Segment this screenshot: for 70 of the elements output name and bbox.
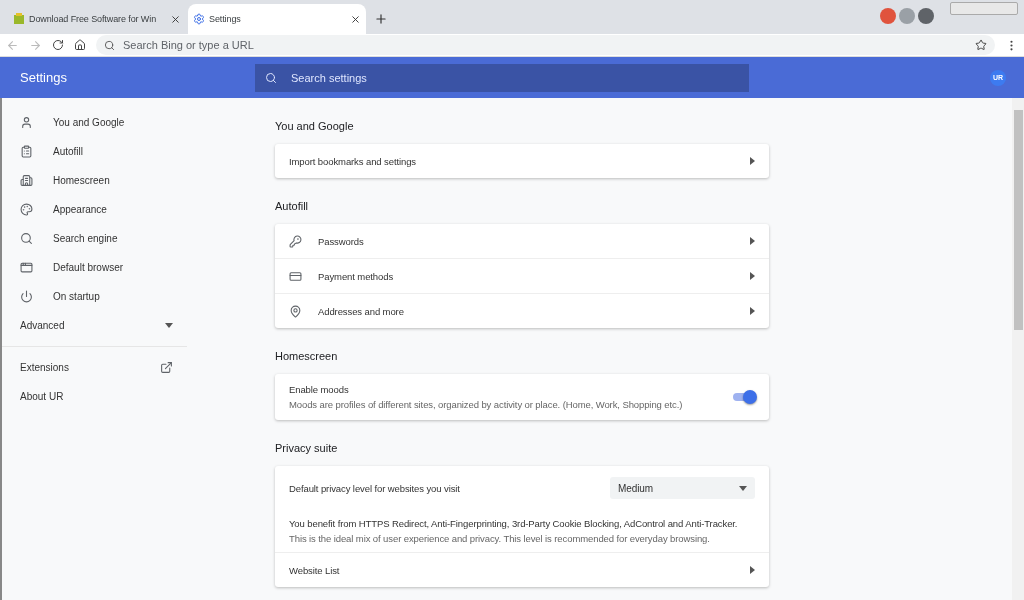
browser-tab[interactable]: Settings (188, 4, 366, 34)
settings-row[interactable]: Addresses and more (275, 293, 769, 328)
sidebar-item[interactable]: Autofill (2, 137, 187, 166)
site-favicon-icon (13, 13, 25, 25)
settings-row[interactable]: Payment methods (275, 258, 769, 293)
close-icon[interactable] (170, 13, 181, 25)
external-link-icon (160, 361, 173, 374)
row-label: Import bookmarks and settings (289, 155, 417, 167)
row-label: Addresses and more (318, 305, 405, 317)
caret-icon (165, 323, 173, 328)
arrow-icon (750, 566, 755, 574)
row-label: Enable moods (289, 384, 350, 395)
sidebar-item[interactable]: Homescreen (2, 166, 187, 195)
settings-row[interactable]: Import bookmarks and settings (275, 144, 769, 178)
sidebar-item[interactable]: On startup (2, 282, 187, 311)
settings-row[interactable]: Website List (275, 552, 769, 587)
person-icon (20, 116, 33, 129)
star-icon[interactable] (975, 39, 987, 51)
location-pin-icon (289, 304, 302, 318)
power-icon (20, 290, 33, 303)
description-text: You benefit from HTTPS Redirect, Anti-Fingerprinting, 3rd-Party Cookie Blocking, AdControl and Anti-Tracker. (289, 518, 739, 529)
scrollbar[interactable] (1012, 98, 1024, 600)
page-title: Settings (19, 70, 68, 85)
settings-icon (193, 13, 205, 25)
description-text: This is the ideal mix of user experience and privacy. This level is recommended for everyday browsing. (289, 533, 711, 544)
section-title: Autofill (275, 200, 310, 212)
home-icon[interactable] (74, 39, 86, 51)
sidebar-item[interactable]: Default browser (2, 253, 187, 282)
search-icon (20, 232, 33, 245)
tab-title: Download Free Software for Win (29, 14, 158, 24)
window-icon (20, 261, 33, 274)
sidebar-item[interactable]: Appearance (2, 195, 187, 224)
new-tab-icon[interactable] (374, 12, 388, 26)
row-label: Default privacy level for websites you visit (289, 482, 461, 494)
toggle-switch[interactable] (733, 393, 755, 401)
sidebar-link[interactable]: About UR (2, 382, 187, 411)
window-controls[interactable] (950, 2, 1018, 15)
browser-tab[interactable]: Download Free Software for Win (8, 4, 186, 34)
section-title: You and Google (275, 120, 355, 132)
search-icon (104, 39, 115, 51)
clipboard-icon (20, 145, 33, 158)
arrow-icon (750, 307, 755, 315)
privacy-level-dropdown[interactable]: Medium (610, 477, 755, 499)
row-description: Moods are profiles of different sites, organized by activity or place. (Home, Work, Shopping etc.) (289, 399, 684, 410)
section-title: Privacy suite (275, 442, 339, 454)
building-icon (20, 174, 33, 187)
caret-icon (739, 485, 747, 491)
forward-icon[interactable] (29, 38, 42, 52)
key-icon (289, 234, 302, 248)
palette-icon (20, 203, 33, 216)
arrow-icon (750, 237, 755, 245)
row-label: Website List (289, 564, 341, 576)
address-bar[interactable]: Search Bing or type a URL (96, 35, 995, 55)
back-icon[interactable] (6, 38, 19, 52)
sidebar-item[interactable]: Search engine (2, 224, 187, 253)
arrow-icon (750, 272, 755, 280)
sidebar-link[interactable]: Extensions (2, 353, 187, 382)
credit-card-icon (289, 269, 302, 283)
search-settings-field[interactable]: Search settings (255, 63, 749, 92)
settings-row[interactable]: Passwords (275, 224, 769, 258)
search-icon (265, 71, 277, 84)
advanced-toggle[interactable]: Advanced (2, 311, 187, 340)
arrow-icon (750, 157, 755, 165)
tab-title: Settings (209, 14, 242, 24)
sidebar-item[interactable]: You and Google (2, 108, 187, 137)
reload-icon[interactable] (52, 39, 64, 51)
close-icon[interactable] (350, 13, 361, 25)
row-label: Passwords (318, 235, 365, 247)
section-title: Homescreen (275, 350, 339, 362)
row-label: Payment methods (318, 270, 395, 282)
